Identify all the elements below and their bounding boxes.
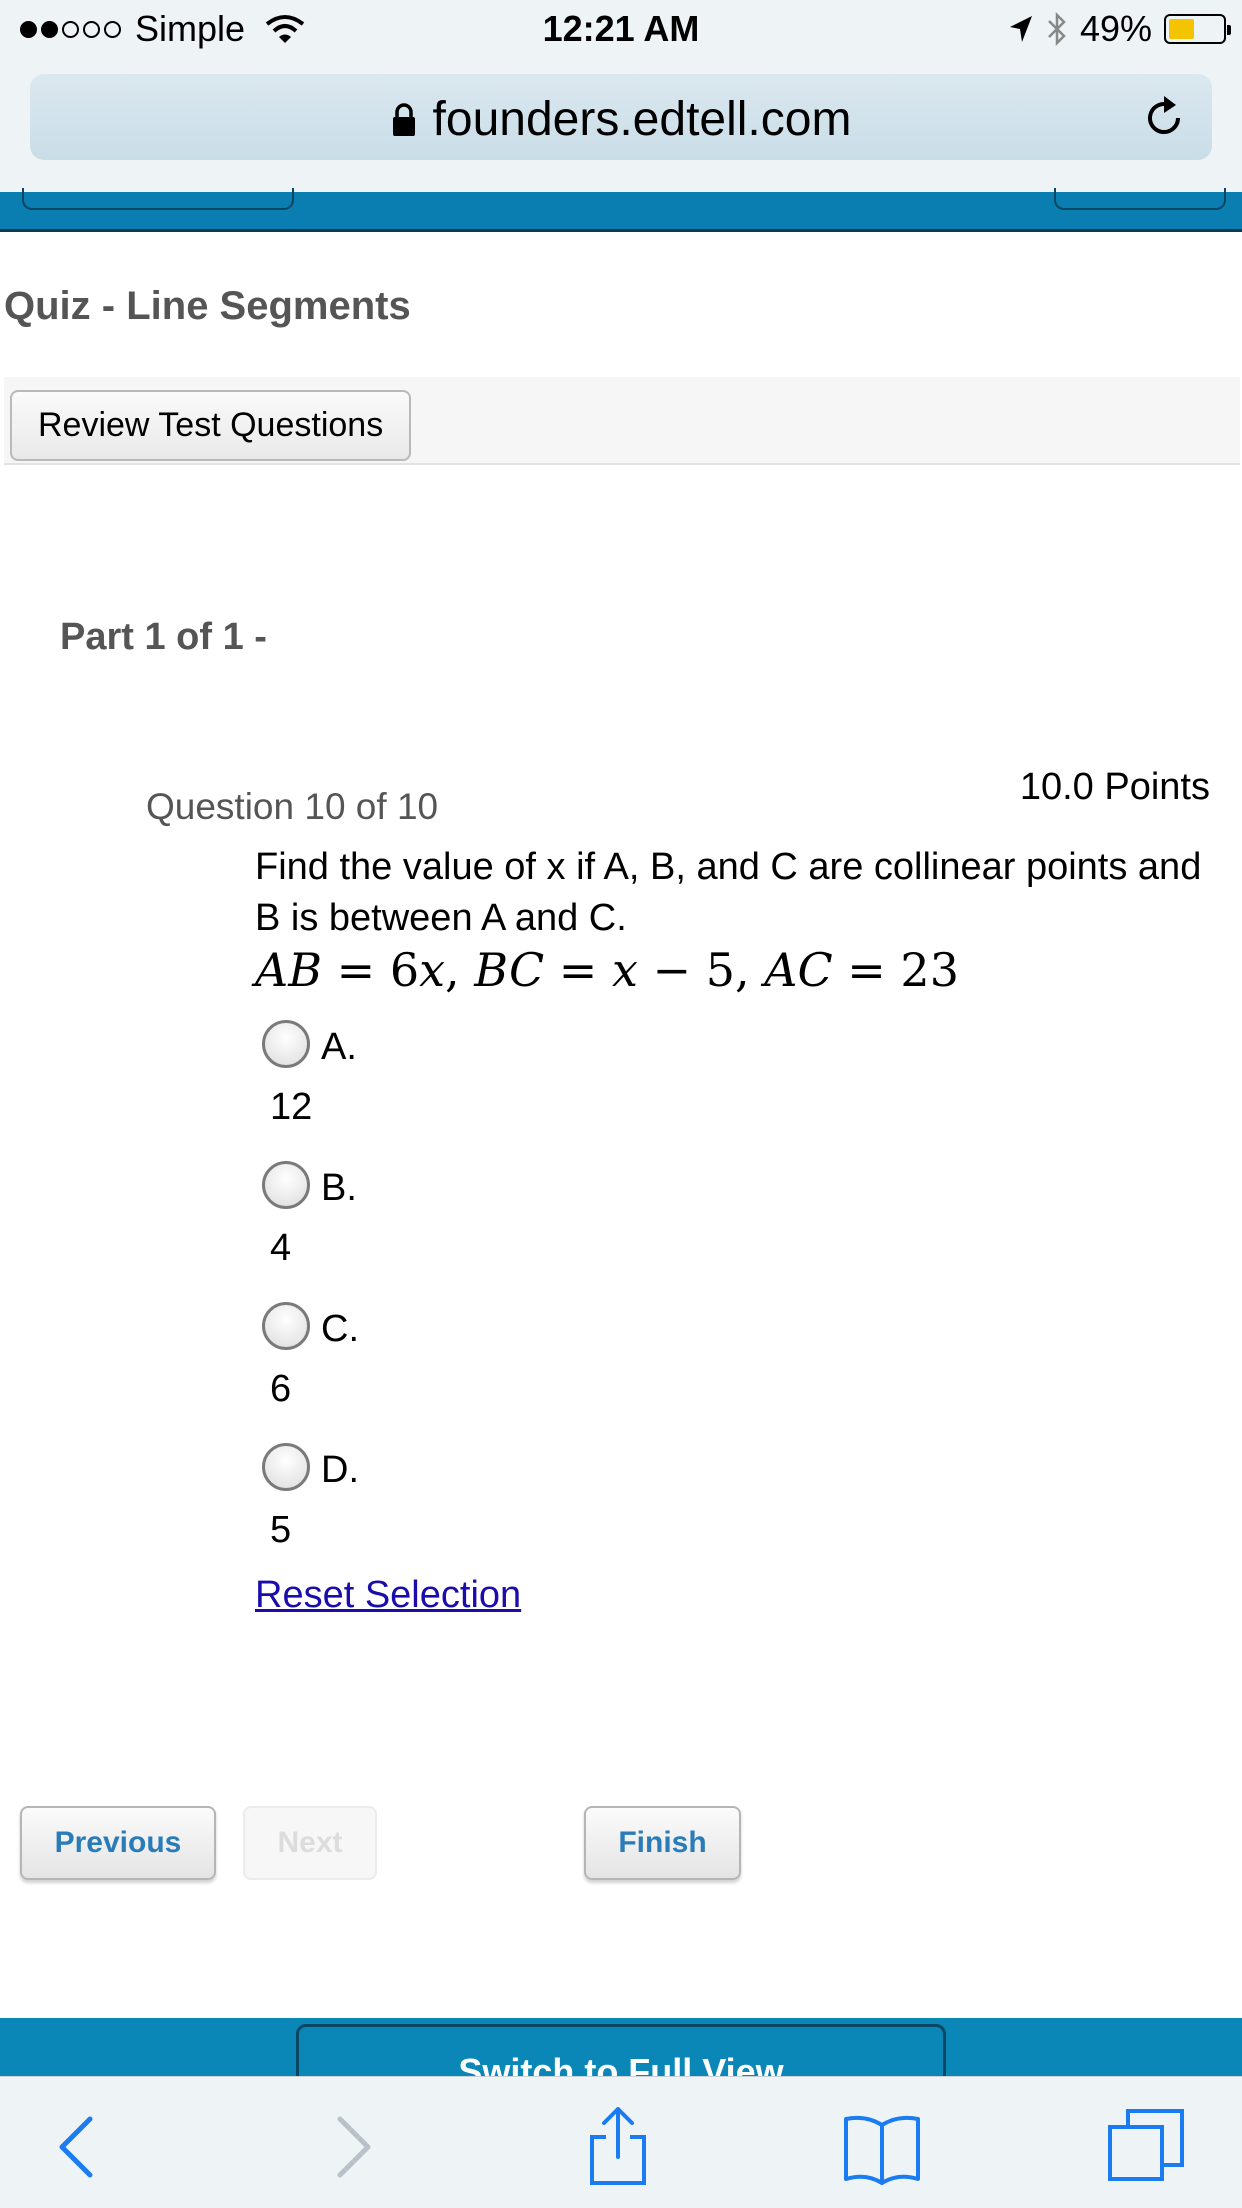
header-right-tab[interactable] [1054,188,1226,210]
review-test-questions-button[interactable]: Review Test Questions [10,390,412,461]
site-header [0,188,1242,232]
option-a-value: 12 [270,1086,313,1128]
header-menu-tab[interactable] [22,188,294,210]
option-b-radio[interactable] [262,1161,310,1209]
battery-icon [1164,14,1231,44]
lock-icon [392,102,415,136]
option-a-letter: A. [321,1026,357,1068]
option-c[interactable]: C. 6 [262,1300,862,1440]
url-text: founders.edtell.com [432,93,852,146]
switch-to-full-view-button[interactable]: Switch to Full View [296,2024,946,2076]
option-a[interactable]: A. 12 [262,1018,862,1158]
battery-fill [1169,19,1195,39]
option-c-radio[interactable] [262,1302,310,1350]
option-a-radio[interactable] [262,1020,310,1068]
tabs-icon[interactable] [1106,2107,1186,2187]
status-right: 49% [1008,8,1231,50]
reset-selection-link[interactable]: Reset Selection [255,1574,521,1617]
question-points: 10.0 Points [1019,766,1210,808]
finish-button[interactable]: Finish [584,1806,741,1880]
back-icon[interactable] [38,2107,118,2187]
question-equation: AB = 6x, BC = x − 5, AC = 23 [255,943,959,997]
question-text: Find the value of x if A, B, and C are c… [255,846,1202,939]
option-c-letter: C. [321,1308,359,1350]
option-d-letter: D. [321,1449,359,1491]
next-button: Next [243,1806,377,1880]
browser-toolbar [0,2076,1242,2208]
option-d[interactable]: D. 5 [262,1441,862,1581]
option-b-letter: B. [321,1167,357,1209]
address-bar[interactable]: founders.edtell.com [30,74,1212,160]
address-content: founders.edtell.com [30,92,1212,147]
status-bar: Simple 12:21 AM 49% [0,0,1242,62]
option-d-value: 5 [270,1509,292,1551]
location-arrow-icon [1009,16,1032,42]
question-number: Question 10 of 10 [146,786,439,827]
bookmarks-icon[interactable] [842,2107,922,2187]
option-b-value: 4 [270,1227,292,1269]
battery-percent: 49% [1079,8,1152,49]
share-icon[interactable] [578,2107,658,2187]
previous-button[interactable]: Previous [20,1806,216,1880]
option-b[interactable]: B. 4 [262,1159,862,1299]
part-label: Part 1 of 1 - [60,616,267,658]
option-c-value: 6 [270,1368,292,1410]
browser-address-area: founders.edtell.com [0,62,1242,192]
page-title: Quiz - Line Segments [4,284,411,328]
option-d-radio[interactable] [262,1443,310,1491]
bluetooth-icon [1048,11,1066,47]
forward-icon [337,2116,371,2178]
quiz-toolbar: Review Test Questions [4,377,1240,465]
reload-icon[interactable] [1138,92,1190,144]
site-footer: Switch to Full View [0,2018,1242,2076]
